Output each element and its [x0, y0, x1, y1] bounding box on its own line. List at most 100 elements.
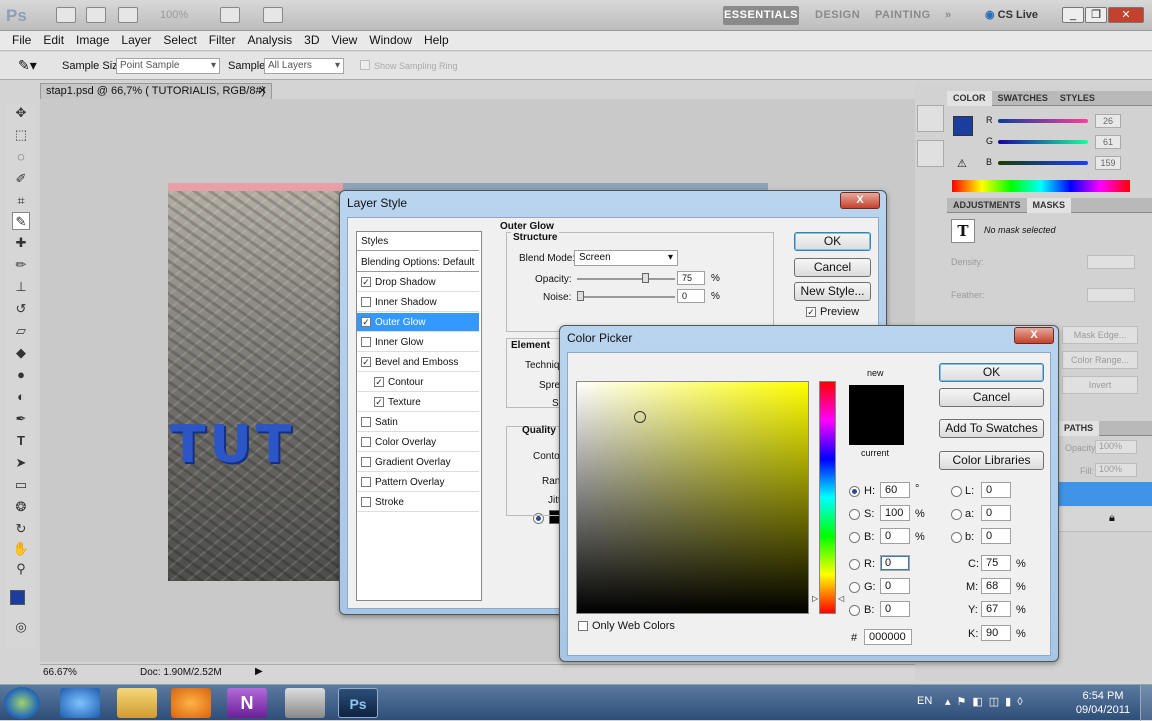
style-item-outer-glow[interactable]: ✓ Outer Glow [357, 313, 479, 332]
layer-style-close-button[interactable]: X [840, 192, 880, 209]
eraser-tool-icon[interactable]: ▱ [12, 322, 30, 340]
close-button[interactable]: ✕ [1108, 7, 1144, 23]
layer-fill-field[interactable]: 100% [1095, 463, 1137, 477]
history-brush-tool-icon[interactable]: ↺ [12, 300, 30, 318]
styles-header[interactable]: Styles [357, 232, 479, 251]
hypercam-icon[interactable] [285, 688, 325, 718]
menu-3d[interactable]: 3D [298, 31, 325, 50]
tab-color[interactable]: COLOR [947, 91, 992, 106]
style-item-pattern-overlay[interactable]: Pattern Overlay [357, 473, 479, 492]
blending-options[interactable]: Blending Options: Default [357, 253, 479, 272]
hand-tool-icon[interactable]: ✋ [12, 540, 30, 558]
a-field[interactable]: 0 [981, 505, 1011, 521]
move-tool-icon[interactable]: ✥ [12, 104, 30, 122]
layer-style-ok-button[interactable]: OK [794, 232, 871, 251]
r-value[interactable]: 26 [1095, 114, 1121, 128]
selected-layer-row[interactable] [1058, 482, 1152, 506]
blue-radio[interactable] [849, 605, 860, 616]
eyedropper-icon[interactable]: ✎▾ [18, 57, 37, 74]
h-radio[interactable] [849, 486, 860, 497]
minimize-button[interactable]: _ [1062, 7, 1084, 23]
mini-bridge-icon[interactable] [86, 7, 106, 23]
style-item-checkbox[interactable] [361, 417, 371, 427]
color-picker-cancel-button[interactable]: Cancel [939, 388, 1044, 407]
l-radio[interactable] [951, 486, 962, 497]
path-selection-tool-icon[interactable]: ➤ [12, 454, 30, 472]
tab-swatches[interactable]: SWATCHES [992, 91, 1054, 106]
noise-slider-thumb[interactable] [577, 291, 584, 301]
hex-field[interactable]: 000000 [864, 629, 912, 645]
zoom-tool-icon[interactable]: ⚲ [12, 560, 30, 578]
3d-rotate-tool-icon[interactable]: ❂ [12, 498, 30, 516]
l-field[interactable]: 0 [981, 482, 1011, 498]
cs-live-button[interactable]: ◉ CS Live [985, 8, 1038, 21]
warning-icon[interactable]: ⚠ [957, 157, 967, 170]
lasso-tool-icon[interactable]: ◌ [12, 148, 30, 166]
only-web-colors-checkbox[interactable] [578, 621, 588, 631]
style-item-checkbox[interactable] [361, 437, 371, 447]
color-spectrum-bar[interactable] [952, 180, 1130, 192]
dodge-tool-icon[interactable]: ◐ [12, 388, 30, 406]
brush-tool-icon[interactable]: ✏ [12, 256, 30, 274]
y-field[interactable]: 67 [981, 601, 1011, 617]
arrange-documents-icon[interactable] [220, 7, 240, 23]
g-radio[interactable] [849, 582, 860, 593]
onenote-icon[interactable]: N [227, 688, 267, 718]
style-item-bevel-and-emboss[interactable]: ✓ Bevel and Emboss [357, 353, 479, 372]
photoshop-taskbar-icon[interactable]: Ps [338, 688, 378, 718]
g-value[interactable]: 61 [1095, 135, 1121, 149]
view-extras-icon[interactable] [118, 7, 138, 23]
style-item-checkbox[interactable] [361, 457, 371, 467]
media-player-icon[interactable] [171, 688, 211, 718]
blur-tool-icon[interactable]: ● [12, 366, 30, 384]
language-indicator[interactable]: EN [917, 695, 932, 707]
windows-explorer-icon[interactable] [117, 688, 157, 718]
noise-field[interactable]: 0 [677, 289, 705, 303]
menu-layer[interactable]: Layer [115, 31, 157, 50]
sample-select[interactable]: All Layers ▾ [264, 58, 344, 74]
pen-tool-icon[interactable]: ✒ [12, 410, 30, 428]
b-value[interactable]: 159 [1095, 156, 1121, 170]
workspace-painting[interactable]: PAINTING [875, 6, 931, 25]
color-range-button[interactable]: Color Range... [1062, 351, 1138, 369]
style-item-inner-glow[interactable]: Inner Glow [357, 333, 479, 352]
crop-tool-icon[interactable]: ⌗ [12, 192, 30, 210]
style-item-satin[interactable]: Satin [357, 413, 479, 432]
restore-button[interactable]: ❐ [1085, 7, 1107, 23]
add-to-swatches-button[interactable]: Add To Swatches [939, 419, 1044, 438]
document-tab[interactable]: stap1.psd @ 66,7% ( TUTORIALIS, RGB/8#) … [40, 83, 272, 112]
style-item-stroke[interactable]: Stroke [357, 493, 479, 512]
noise-slider[interactable] [577, 296, 675, 298]
foreground-color-swatch[interactable] [10, 590, 25, 605]
quick-select-tool-icon[interactable]: ✐ [12, 170, 30, 188]
r-radio[interactable] [849, 559, 860, 570]
blend-mode-select[interactable]: Screen ▾ [574, 250, 678, 266]
workspace-essentials[interactable]: ESSENTIALS [723, 6, 799, 25]
a-radio[interactable] [951, 509, 962, 520]
hue-slider[interactable] [819, 381, 836, 614]
menu-filter[interactable]: Filter [203, 31, 242, 50]
mask-edge-button[interactable]: Mask Edge... [1062, 326, 1138, 344]
status-arrow-icon[interactable]: ▶ [255, 666, 263, 677]
opacity-field[interactable]: 75 [677, 271, 705, 285]
new-style-button[interactable]: New Style... [794, 282, 871, 301]
menu-analysis[interactable]: Analysis [241, 31, 298, 50]
internet-explorer-icon[interactable] [60, 688, 100, 718]
style-item-inner-shadow[interactable]: Inner Shadow [357, 293, 479, 312]
g-field[interactable]: 0 [880, 578, 910, 594]
style-item-texture[interactable]: ✓ Texture [357, 393, 479, 412]
menu-file[interactable]: File [0, 31, 37, 50]
color-field-cursor[interactable] [634, 411, 646, 423]
s-radio[interactable] [849, 509, 860, 520]
lab-b-field[interactable]: 0 [981, 528, 1011, 544]
style-item-checkbox[interactable] [361, 337, 371, 347]
status-zoom[interactable]: 66.67% [43, 667, 77, 678]
show-desktop-button[interactable] [1140, 685, 1152, 721]
density-field[interactable] [1087, 255, 1135, 269]
sample-size-select[interactable]: Point Sample ▾ [116, 58, 220, 74]
style-item-checkbox[interactable]: ✓ [374, 397, 384, 407]
workspace-design[interactable]: DESIGN [815, 6, 860, 25]
feather-field[interactable] [1087, 288, 1135, 302]
blue-field[interactable]: 0 [880, 601, 910, 617]
color-libraries-button[interactable]: Color Libraries [939, 451, 1044, 470]
